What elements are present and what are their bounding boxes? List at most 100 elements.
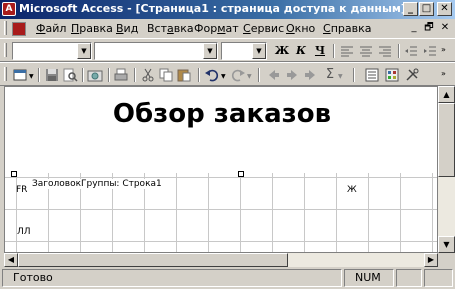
vertical-scrollbar[interactable]: ▲ ▼ [438, 86, 455, 253]
num-lock-indicator: NUM [344, 269, 394, 287]
cut-icon[interactable] [140, 67, 156, 83]
section-sizing-handle[interactable] [238, 171, 244, 177]
chevron-down-icon[interactable]: ▼ [338, 73, 343, 80]
menu-edit[interactable]: Правка [71, 22, 113, 35]
menu-insert[interactable]: Вставка [147, 22, 194, 35]
scroll-down-icon[interactable]: ▼ [438, 236, 455, 253]
toolbox-icon[interactable] [384, 67, 400, 83]
toolbar-grip[interactable] [4, 43, 7, 57]
decrease-indent-icon[interactable] [403, 43, 419, 59]
status-pane-empty [424, 269, 453, 287]
copy-icon[interactable] [158, 67, 174, 83]
menu-file-label: айл [45, 22, 67, 35]
menu-format-accel: м [217, 22, 226, 35]
menu-window[interactable]: Окно [286, 22, 315, 35]
menu-insert-label-a: Вст [147, 22, 168, 35]
title-bar[interactable]: A Microsoft Access - [Страница1 : страни… [0, 0, 455, 19]
menu-format-label-a: Фор [194, 22, 218, 35]
chevron-down-icon[interactable]: ▼ [247, 73, 252, 80]
horizontal-scroll-thumb[interactable] [18, 253, 288, 267]
chevron-down-icon[interactable]: ▼ [77, 43, 91, 59]
arrow-left-icon[interactable] [266, 67, 282, 83]
chevron-down-icon[interactable]: ▼ [29, 73, 34, 80]
status-text: Готово [2, 269, 342, 287]
formatting-toolbar: ▼ ▼ ▼ Ж К Ч » [0, 38, 455, 62]
style-combo[interactable]: ▼ [12, 42, 92, 60]
align-right-icon[interactable] [377, 43, 393, 59]
maximize-button[interactable]: □ [419, 2, 434, 16]
vertical-scroll-thumb[interactable] [438, 103, 455, 177]
menu-tools[interactable]: Сервис [243, 22, 284, 35]
sum-icon[interactable]: Σ [322, 67, 338, 83]
menu-format-label-b: ат [225, 22, 239, 35]
menu-view[interactable]: Вид [116, 22, 138, 35]
menu-help[interactable]: Справка [323, 22, 371, 35]
print-icon[interactable] [113, 67, 129, 83]
redo-icon[interactable] [230, 67, 246, 83]
chevron-down-icon[interactable]: ▼ [203, 43, 217, 59]
status-pane-empty [396, 269, 422, 287]
mdi-restore-button[interactable]: 🗗 [423, 22, 435, 34]
scroll-right-icon[interactable]: ▶ [424, 253, 438, 267]
field-list-icon[interactable] [364, 67, 380, 83]
toolbar-separator [108, 68, 110, 82]
mdi-close-button[interactable]: ✕ [439, 22, 451, 34]
mdi-minimize-button[interactable]: _ [408, 22, 420, 34]
status-bar: Готово NUM [0, 267, 455, 289]
scroll-corner [438, 253, 455, 267]
toolbar-separator [333, 44, 335, 58]
menu-format[interactable]: Формат [194, 22, 239, 35]
document-window-icon[interactable] [12, 22, 26, 36]
menu-view-label: ид [123, 22, 139, 35]
menu-window-accel: О [286, 22, 295, 35]
horizontal-scrollbar[interactable]: ◀ ▶ [4, 253, 438, 267]
toolbar-options-icon[interactable]: » [441, 69, 446, 78]
increase-indent-icon[interactable] [422, 43, 438, 59]
chevron-down-icon[interactable]: ▼ [221, 73, 226, 80]
toolbar-separator [38, 68, 40, 82]
toolbar-separator [134, 68, 136, 82]
align-center-icon[interactable] [358, 43, 374, 59]
access-key-icon[interactable]: A [2, 2, 16, 16]
save-icon[interactable] [44, 67, 60, 83]
arrow-right-icon[interactable] [284, 67, 300, 83]
toolbar-separator [398, 44, 400, 58]
menu-file[interactable]: Файл [36, 22, 66, 35]
menu-insert-label-b: вка [173, 22, 194, 35]
web-page-preview-icon[interactable] [87, 67, 103, 83]
toolbar-separator [198, 68, 200, 82]
toolbar-separator [353, 68, 355, 82]
font-size-combo[interactable]: ▼ [221, 42, 267, 60]
standard-toolbar: ▼ ▼ ▼ Σ ▼ » [0, 62, 455, 86]
menu-help-accel: С [323, 22, 331, 35]
search-icon[interactable] [62, 67, 78, 83]
page-design-area[interactable]: Обзор заказов ЗаголовокГруппы: Строка1 F… [4, 86, 438, 253]
toolbar-options-icon[interactable]: » [441, 45, 446, 54]
toolbar-grip[interactable] [4, 67, 7, 81]
section-sizing-handle[interactable] [11, 171, 17, 177]
underline-button[interactable]: Ч [312, 43, 328, 59]
toolbar-separator [82, 68, 84, 82]
bold-button[interactable]: Ж [274, 43, 290, 59]
undo-icon[interactable] [204, 67, 220, 83]
group-header-label[interactable]: ЗаголовокГруппы: Строка1 [31, 179, 163, 189]
close-button[interactable]: ✕ [437, 2, 452, 16]
menu-tools-label: ервис [250, 22, 285, 35]
section-marker: FR [16, 185, 28, 195]
align-left-icon[interactable] [339, 43, 355, 59]
chevron-down-icon[interactable]: ▼ [252, 43, 266, 59]
view-mode-icon[interactable] [12, 67, 28, 83]
page-heading[interactable]: Обзор заказов [5, 97, 437, 131]
scroll-left-icon[interactable]: ◀ [4, 253, 18, 267]
menu-insert-accel: а [167, 22, 174, 35]
menubar-grip[interactable] [4, 21, 7, 35]
menu-view-accel: В [116, 22, 124, 35]
properties-icon[interactable] [404, 67, 420, 83]
paste-icon[interactable] [176, 67, 192, 83]
arrow-right-2-icon[interactable] [302, 67, 318, 83]
menu-help-label: правка [330, 22, 372, 35]
italic-button[interactable]: К [293, 43, 309, 59]
scroll-up-icon[interactable]: ▲ [438, 86, 455, 103]
font-name-combo[interactable]: ▼ [94, 42, 218, 60]
minimize-button[interactable]: _ [403, 2, 418, 16]
